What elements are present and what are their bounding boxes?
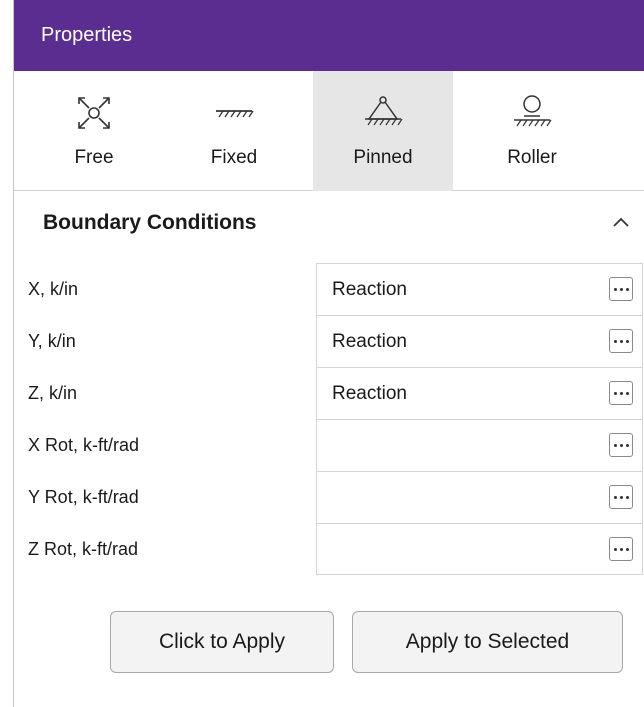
property-value-field[interactable]: Reaction xyxy=(316,367,643,419)
property-value: Reaction xyxy=(332,278,407,300)
more-options-button[interactable] xyxy=(609,381,633,405)
property-label: X, k/in xyxy=(28,278,79,299)
more-options-button[interactable] xyxy=(609,433,633,457)
tool-pinned[interactable]: Pinned xyxy=(313,71,453,191)
property-value: Reaction xyxy=(332,330,407,352)
tool-free[interactable]: Free xyxy=(24,71,164,191)
property-label: Z Rot, k-ft/rad xyxy=(28,538,139,559)
roller-support-icon xyxy=(514,95,552,127)
property-value-field[interactable] xyxy=(316,419,643,471)
tool-roller[interactable]: Roller xyxy=(462,71,602,191)
pinned-support-icon xyxy=(365,96,403,126)
support-type-toolbar: Free Fixed Pinned Roller xyxy=(14,71,644,191)
more-options-button[interactable] xyxy=(609,277,633,301)
tool-label: Roller xyxy=(507,147,557,168)
chevron-up-icon xyxy=(613,217,629,227)
collapse-button[interactable] xyxy=(608,209,634,235)
property-label: Z, k/in xyxy=(28,382,78,403)
property-label: Y, k/in xyxy=(28,330,76,351)
more-options-button[interactable] xyxy=(609,537,633,561)
property-value-field[interactable] xyxy=(316,471,643,523)
more-options-button[interactable] xyxy=(609,329,633,353)
property-row-z-rot: Z Rot, k-ft/rad xyxy=(14,523,644,575)
tool-label: Pinned xyxy=(353,147,413,168)
property-row-x-rot: X Rot, k-ft/rad xyxy=(14,419,644,471)
property-row-z: Z, k/in Reaction xyxy=(14,367,644,419)
property-value: Reaction xyxy=(332,382,407,404)
tool-fixed[interactable]: Fixed xyxy=(164,71,304,191)
boundary-conditions-header: Boundary Conditions xyxy=(14,191,644,254)
property-label: X Rot, k-ft/rad xyxy=(28,434,140,455)
property-value-field[interactable] xyxy=(316,523,643,575)
property-label: Y Rot, k-ft/rad xyxy=(28,486,139,507)
property-value-field[interactable]: Reaction xyxy=(316,263,643,315)
tool-label: Free xyxy=(74,147,114,168)
click-to-apply-button[interactable]: Click to Apply xyxy=(110,611,334,673)
apply-to-selected-button[interactable]: Apply to Selected xyxy=(352,611,623,673)
properties-panel: Properties Free Fixed Pinned Roller Boun… xyxy=(13,0,644,707)
section-title: Boundary Conditions xyxy=(43,210,257,234)
free-dof-icon xyxy=(78,97,110,129)
property-row-x: X, k/in Reaction xyxy=(14,263,644,315)
panel-title: Properties xyxy=(41,24,133,46)
tool-label: Fixed xyxy=(210,147,258,168)
property-row-y: Y, k/in Reaction xyxy=(14,315,644,367)
more-options-button[interactable] xyxy=(609,485,633,509)
panel-header: Properties xyxy=(14,0,644,71)
property-row-y-rot: Y Rot, k-ft/rad xyxy=(14,471,644,523)
property-value-field[interactable]: Reaction xyxy=(316,315,643,367)
fixed-support-icon xyxy=(216,110,254,118)
boundary-conditions-grid: X, k/in Reaction Y, k/in Reaction Z, k/i… xyxy=(14,263,644,575)
